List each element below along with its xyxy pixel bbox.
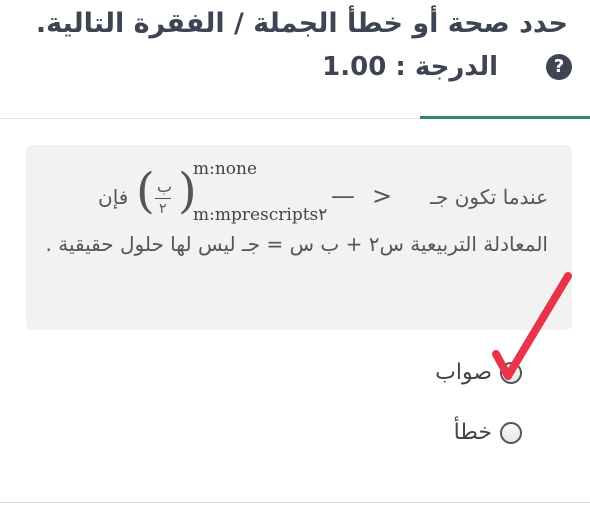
option-true-label: صواب bbox=[435, 360, 492, 385]
question-circle-icon[interactable]: ? bbox=[546, 54, 572, 80]
radio-false[interactable] bbox=[500, 421, 522, 444]
greater-than-operator: > bbox=[372, 182, 393, 210]
question-line-2: المعادلة التربيعية س٢ + ب س = جـ ليس لها… bbox=[45, 232, 548, 256]
option-false-label: خطأ bbox=[453, 420, 492, 445]
math-none-text: m:none bbox=[193, 159, 258, 179]
fraction-numerator: ب bbox=[157, 177, 173, 196]
question-title: حدد صحة أو خطأ الجملة / الفقرة التالية. bbox=[35, 8, 568, 39]
minus-operator: — bbox=[331, 182, 355, 210]
then-word: فإن bbox=[98, 185, 129, 209]
math-prescripts-text: m:mprescripts٢ bbox=[193, 205, 328, 225]
option-false[interactable]: خطأ bbox=[454, 420, 522, 445]
question-grade: الدرجة : 1.00 bbox=[322, 52, 498, 82]
footer-divider bbox=[0, 502, 590, 503]
red-checkmark-icon bbox=[492, 272, 572, 380]
header-accent-line bbox=[420, 116, 590, 119]
right-paren: ) bbox=[178, 163, 197, 219]
question-header: حدد صحة أو خطأ الجملة / الفقرة التالية. … bbox=[0, 0, 590, 118]
question-line-1: عندما تكون جـ bbox=[430, 185, 548, 209]
left-paren: ( bbox=[136, 163, 155, 219]
fraction-bar bbox=[155, 198, 171, 199]
fraction-denominator: ٢ bbox=[159, 201, 167, 217]
